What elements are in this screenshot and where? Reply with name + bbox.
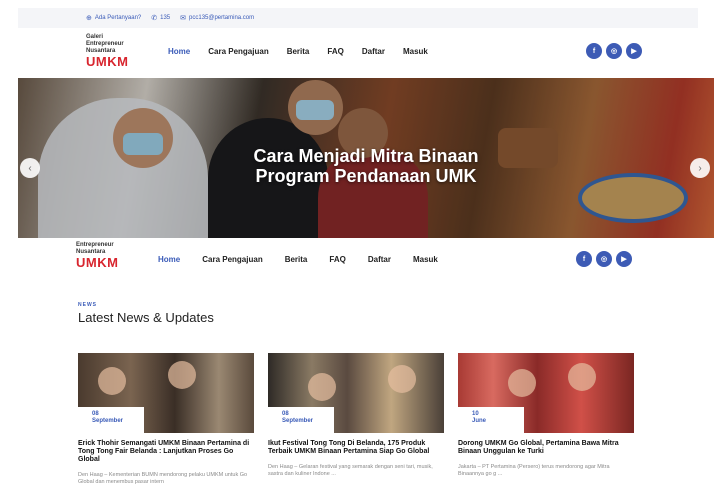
nav-berita[interactable]: Berita [285, 255, 308, 264]
news-excerpt: Den Haag – Gelaran festival yang semarak… [268, 464, 433, 477]
news-date: 10 June [458, 407, 524, 433]
news-image[interactable]: 08 September [268, 353, 444, 433]
social-links: f ◎ ▶ [586, 43, 642, 59]
email-link[interactable]: ✉ pcc135@pertamina.com [180, 14, 254, 22]
nav-daftar[interactable]: Daftar [362, 47, 385, 56]
logo-line-galeri: Galeri [86, 34, 104, 40]
site-logo[interactable]: Galeri Entrepreneur Nusantara UMKM [86, 34, 128, 69]
hero-title: Cara Menjadi Mitra Binaan Program Pendan… [18, 146, 714, 186]
phone-link[interactable]: ✆ 135 [151, 14, 170, 22]
hero-banner: Cara Menjadi Mitra Binaan Program Pendan… [18, 78, 714, 238]
photo-figure [508, 369, 536, 397]
logo-line-entrepreneur: Entrepreneur [76, 242, 114, 248]
photo-figure [168, 361, 196, 389]
question-text: Ada Pertanyaan? [94, 15, 142, 21]
news-title[interactable]: Dorong UMKM Go Global, Pertamina Bawa Mi… [458, 440, 634, 456]
photo-figure [308, 373, 336, 401]
news-date-month: June [472, 418, 487, 424]
news-excerpt: Den Haag – Kementerian BUMN mendorong pe… [78, 472, 248, 485]
sticky-menu: Home Cara Pengajuan Berita FAQ Daftar Ma… [158, 255, 438, 264]
email-text: pcc135@pertamina.com [189, 15, 255, 21]
youtube-icon[interactable]: ▶ [616, 251, 632, 267]
carousel-prev-button[interactable]: ‹ [20, 158, 40, 178]
photo-figure [98, 367, 126, 395]
news-date-month: September [92, 418, 124, 424]
sticky-logo[interactable]: Entrepreneur Nusantara UMKM [76, 242, 118, 270]
carousel-next-button[interactable]: › [690, 158, 710, 178]
news-date-day: 08 [282, 411, 289, 417]
news-title[interactable]: Ikut Festival Tong Tong Di Belanda, 175 … [268, 440, 444, 456]
hero-title-line2: Program Pendanaan UMK [255, 166, 477, 186]
main-menu: Home Cara Pengajuan Berita FAQ Daftar Ma… [168, 47, 428, 56]
logo-brand: UMKM [86, 54, 129, 69]
news-date-month: September [282, 418, 314, 424]
nav-cara-pengajuan[interactable]: Cara Pengajuan [202, 255, 262, 264]
nav-home[interactable]: Home [168, 47, 190, 56]
nav-cara-pengajuan[interactable]: Cara Pengajuan [208, 47, 268, 56]
news-card[interactable]: 08 September Ikut Festival Tong Tong Di … [268, 353, 444, 478]
nav-masuk[interactable]: Masuk [403, 47, 428, 56]
photo-figure [388, 365, 416, 393]
phone-icon: ✆ [151, 15, 158, 22]
news-date: 08 September [78, 407, 144, 433]
photo-figure [568, 363, 596, 391]
logo-line-entrepreneur: Entrepreneur [86, 41, 124, 47]
news-card[interactable]: 10 June Dorong UMKM Go Global, Pertamina… [458, 353, 634, 478]
news-title[interactable]: Erick Thohir Semangati UMKM Binaan Perta… [78, 440, 254, 464]
help-icon: ⊕ [86, 15, 92, 22]
section-kicker: NEWS [78, 302, 97, 308]
nav-faq[interactable]: FAQ [329, 255, 345, 264]
news-date: 08 September [268, 407, 334, 433]
question-link[interactable]: ⊕ Ada Pertanyaan? [86, 14, 141, 22]
facebook-icon[interactable]: f [576, 251, 592, 267]
nav-home[interactable]: Home [158, 255, 180, 264]
top-info-bar: ⊕ Ada Pertanyaan? ✆ 135 ✉ pcc135@pertami… [18, 8, 698, 28]
hero-title-line1: Cara Menjadi Mitra Binaan [253, 146, 479, 166]
email-icon: ✉ [180, 15, 187, 22]
youtube-icon[interactable]: ▶ [626, 43, 642, 59]
news-image[interactable]: 08 September [78, 353, 254, 433]
news-date-day: 08 [92, 411, 99, 417]
main-header: Galeri Entrepreneur Nusantara UMKM Home … [18, 30, 698, 76]
section-title: Latest News & Updates [78, 310, 214, 325]
sticky-header: Entrepreneur Nusantara UMKM Home Cara Pe… [18, 240, 714, 280]
instagram-icon[interactable]: ◎ [596, 251, 612, 267]
news-image[interactable]: 10 June [458, 353, 634, 433]
nav-daftar[interactable]: Daftar [368, 255, 391, 264]
nav-berita[interactable]: Berita [287, 47, 310, 56]
news-excerpt: Jakarta – PT Pertamina (Persero) terus m… [458, 464, 610, 477]
news-date-day: 10 [472, 411, 479, 417]
news-card[interactable]: 08 September Erick Thohir Semangati UMKM… [78, 353, 254, 486]
logo-brand: UMKM [76, 255, 119, 270]
social-links: f ◎ ▶ [576, 251, 632, 267]
nav-faq[interactable]: FAQ [327, 47, 343, 56]
phone-text: 135 [160, 15, 171, 21]
nav-masuk[interactable]: Masuk [413, 255, 438, 264]
facebook-icon[interactable]: f [586, 43, 602, 59]
instagram-icon[interactable]: ◎ [606, 43, 622, 59]
